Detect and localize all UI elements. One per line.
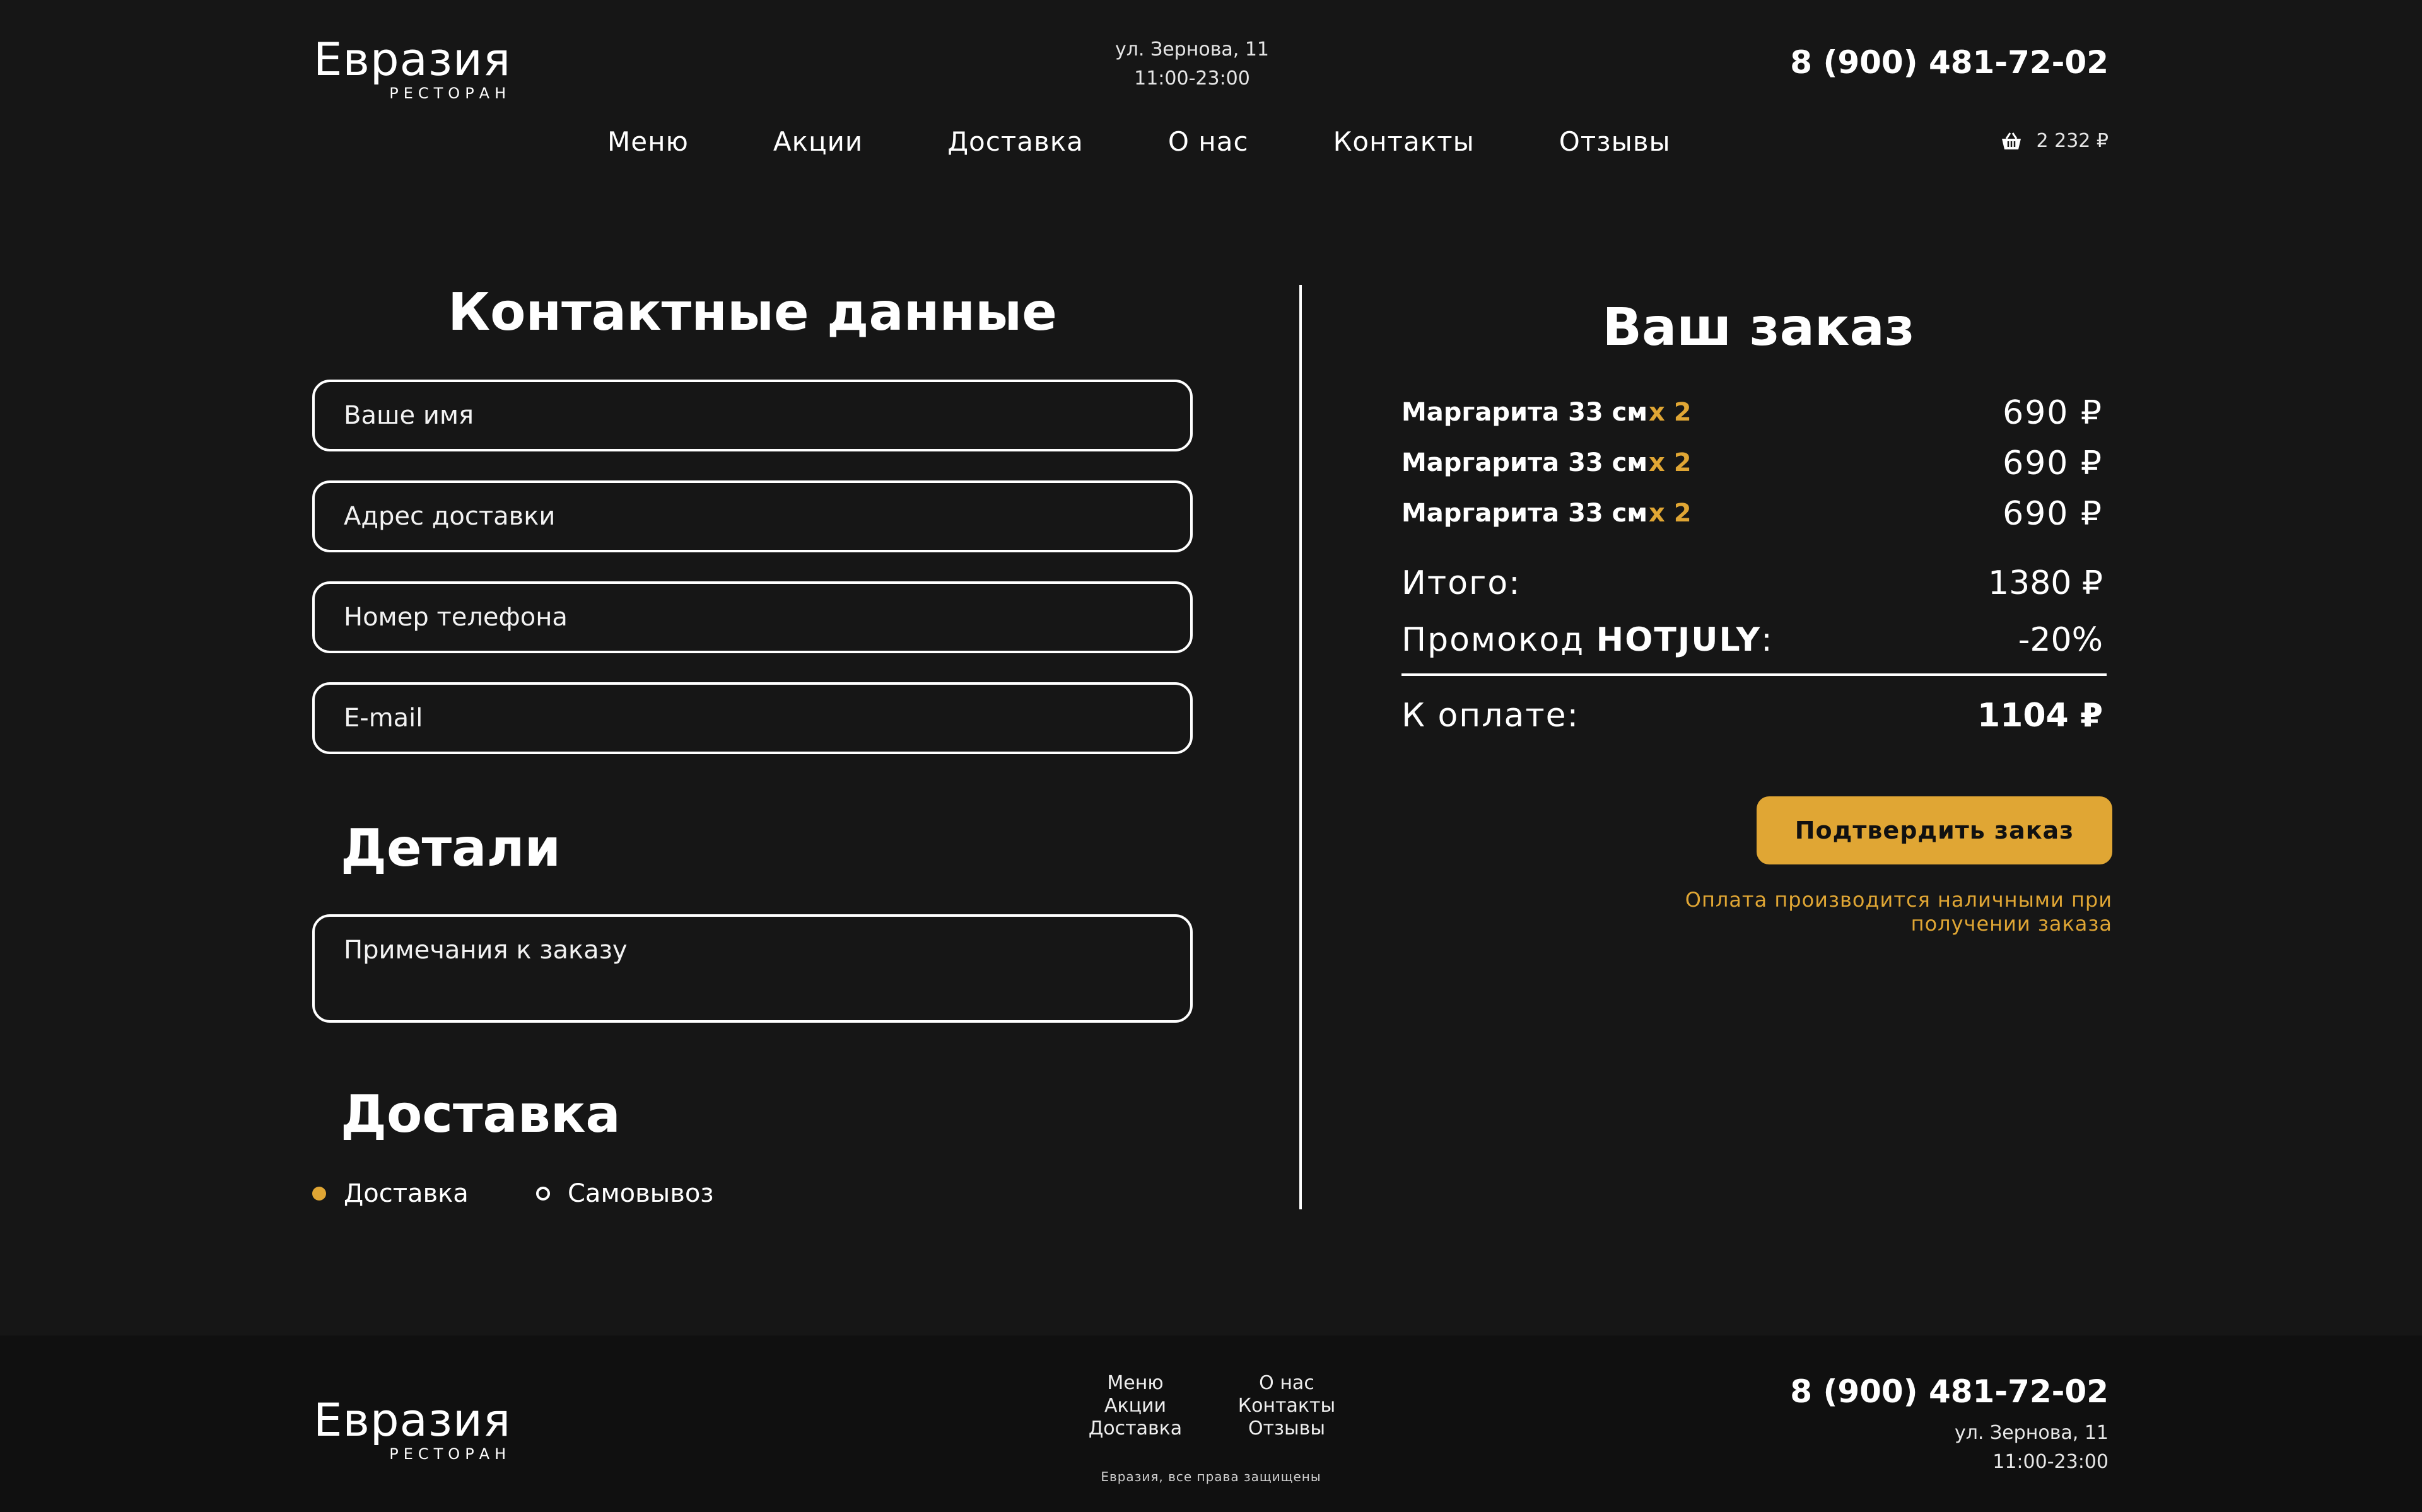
footer-copyright: Евразия, все права защищены xyxy=(1101,1469,1321,1484)
pay-label: К оплате: xyxy=(1401,697,1580,735)
nav-link-about[interactable]: О нас xyxy=(1168,126,1249,157)
delivery-option-delivery[interactable]: Доставка xyxy=(312,1179,469,1208)
order-pay-row: К оплате: 1104 ₽ xyxy=(1401,697,2103,735)
nav-link-menu[interactable]: Меню xyxy=(607,126,689,157)
footer-address: ул. Зернова, 11 xyxy=(1954,1422,2109,1444)
order-promo-row: Промокод HOTJULY: -20% xyxy=(1401,621,2103,659)
order-item-qty: x 2 xyxy=(1649,448,1692,477)
pay-value: 1104 ₽ xyxy=(1977,697,2103,735)
promo-label: Промокод HOTJULY: xyxy=(1401,621,1774,659)
confirm-order-button[interactable]: Подтвердить заказ xyxy=(1757,796,2112,864)
delivery-option-pickup[interactable]: Самовывоз xyxy=(536,1179,714,1208)
footer-link-reviews[interactable]: Отзывы xyxy=(1248,1417,1325,1440)
footer-nav-col-1: Меню Акции Доставка xyxy=(1072,1372,1198,1440)
basket-icon xyxy=(2002,132,2021,149)
order-item: Маргарита 33 см x 2 690 ₽ xyxy=(1401,445,2103,482)
logo-name: Евразия xyxy=(313,33,512,86)
footer: Евразия РЕСТОРАН Меню Акции Доставка О н… xyxy=(0,1335,2422,1512)
order-item-name: Маргарита 33 см xyxy=(1401,398,1648,427)
order-item-name: Маргарита 33 см xyxy=(1401,448,1648,477)
promo-code: HOTJULY xyxy=(1596,621,1762,659)
cart-total: 2 232 ₽ xyxy=(2036,130,2109,152)
footer-link-promotions[interactable]: Акции xyxy=(1104,1395,1166,1417)
footer-link-delivery[interactable]: Доставка xyxy=(1089,1417,1182,1440)
header-logo[interactable]: Евразия РЕСТОРАН xyxy=(313,37,511,102)
column-divider xyxy=(1299,285,1302,1209)
order-item-name: Маргарита 33 см xyxy=(1401,499,1648,528)
nav-link-contacts[interactable]: Контакты xyxy=(1333,126,1475,157)
order-item-qty: x 2 xyxy=(1649,499,1692,528)
footer-phone[interactable]: 8 (900) 481-72-02 xyxy=(1790,1373,2109,1410)
promo-label-prefix: Промокод xyxy=(1401,621,1596,659)
footer-nav-col-2: О нас Контакты Отзывы xyxy=(1224,1372,1350,1440)
nav-link-reviews[interactable]: Отзывы xyxy=(1559,126,1671,157)
header-hours: 11:00-23:00 xyxy=(1134,67,1250,90)
promo-label-suffix: : xyxy=(1761,621,1774,659)
promo-value: -20% xyxy=(2018,621,2103,659)
footer-logo-name: Евразия xyxy=(313,1393,512,1446)
header-phone[interactable]: 8 (900) 481-72-02 xyxy=(1790,44,2109,81)
order-item: Маргарита 33 см x 2 690 ₽ xyxy=(1401,495,2103,533)
nav-link-delivery[interactable]: Доставка xyxy=(947,126,1084,157)
nav-link-promotions[interactable]: Акции xyxy=(773,126,863,157)
order-title: Ваш заказ xyxy=(1602,298,1915,358)
delivery-option-label: Доставка xyxy=(344,1179,469,1208)
logo-subtitle: РЕСТОРАН xyxy=(389,84,512,102)
name-input[interactable] xyxy=(312,380,1193,451)
address-input[interactable] xyxy=(312,480,1193,552)
order-item-price: 690 ₽ xyxy=(2003,445,2103,482)
footer-hours: 11:00-23:00 xyxy=(1992,1451,2109,1473)
total-label: Итого: xyxy=(1401,564,1521,602)
details-title: Детали xyxy=(341,818,561,878)
footer-address-block: ул. Зернова, 11 11:00-23:00 xyxy=(1955,1419,2109,1477)
delivery-title: Доставка xyxy=(341,1085,621,1144)
order-notes-textarea[interactable] xyxy=(312,914,1193,1023)
total-value: 1380 ₽ xyxy=(1988,564,2103,602)
order-item-price: 690 ₽ xyxy=(2003,394,2103,432)
footer-logo-subtitle: РЕСТОРАН xyxy=(389,1445,512,1463)
header-address: ул. Зернова, 11 xyxy=(1114,38,1269,61)
radio-selected-icon xyxy=(312,1187,326,1201)
email-input[interactable] xyxy=(312,682,1193,754)
delivery-option-label: Самовывоз xyxy=(568,1179,714,1208)
order-item-qty: x 2 xyxy=(1649,398,1692,427)
footer-link-contacts[interactable]: Контакты xyxy=(1238,1395,1335,1417)
order-total-row: Итого: 1380 ₽ xyxy=(1401,564,2103,602)
phone-input[interactable] xyxy=(312,581,1193,653)
order-item-price: 690 ₽ xyxy=(2003,495,2103,533)
cart-button[interactable]: 2 232 ₽ xyxy=(2001,130,2109,152)
footer-link-menu[interactable]: Меню xyxy=(1107,1372,1163,1395)
footer-link-about[interactable]: О нас xyxy=(1259,1372,1314,1395)
summary-divider xyxy=(1401,673,2107,676)
header-address-block: ул. Зернова, 11 11:00-23:00 xyxy=(1066,35,1318,93)
main-nav: Меню Акции Доставка О нас Контакты Отзыв… xyxy=(607,126,1671,157)
payment-note: Оплата производится наличными при получе… xyxy=(1685,888,2112,936)
footer-logo[interactable]: Евразия РЕСТОРАН xyxy=(313,1397,511,1463)
radio-unselected-icon xyxy=(536,1187,550,1201)
order-item: Маргарита 33 см x 2 690 ₽ xyxy=(1401,394,2103,432)
contact-title: Контактные данные xyxy=(448,282,1057,342)
